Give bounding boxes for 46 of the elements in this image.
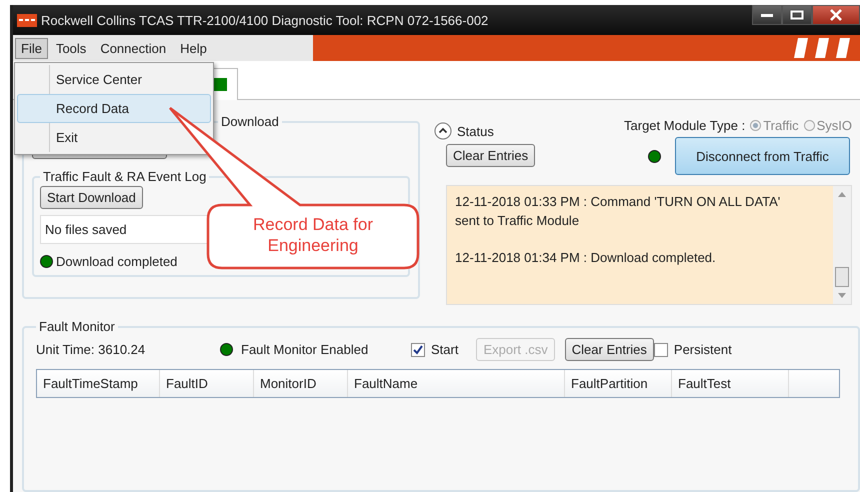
group-title: Traffic Fault & RA Event Log xyxy=(42,169,208,184)
scrollbar-thumb[interactable] xyxy=(835,267,849,287)
target-module-label: Target Module Type : xyxy=(624,118,746,133)
log-entry: 12-11-2018 01:34 PM : Download completed. xyxy=(455,249,717,267)
group-title: Download xyxy=(220,114,280,129)
clear-entries-button[interactable]: Clear Entries xyxy=(446,144,536,167)
status-dot-icon xyxy=(40,255,53,268)
minimize-button[interactable] xyxy=(752,5,782,25)
menu-item[interactable]: File xyxy=(15,38,48,58)
column-header[interactable]: FaultID xyxy=(160,370,254,397)
menu-item[interactable]: Help xyxy=(174,38,213,58)
start-download-button[interactable]: Start Download xyxy=(40,186,143,209)
close-button[interactable] xyxy=(812,5,860,25)
close-icon xyxy=(829,9,843,21)
unit-time: Unit Time: 3610.24 xyxy=(36,342,146,357)
column-header[interactable]: FaultPartition xyxy=(565,370,672,397)
collapse-icon[interactable] xyxy=(434,122,452,140)
column-header[interactable]: FaultName xyxy=(348,370,565,397)
status-title: Status xyxy=(457,124,494,138)
group-title: Fault Monitor xyxy=(38,319,116,334)
menu-item[interactable]: Tools xyxy=(50,38,92,58)
maximize-icon xyxy=(790,10,804,20)
check-icon xyxy=(413,344,423,354)
status-dot-icon xyxy=(220,343,233,356)
callout-text: Record Data for Engineering xyxy=(252,214,374,256)
clear-entries-button[interactable]: Clear Entries xyxy=(564,338,654,361)
column-header[interactable]: FaultTimeStamp xyxy=(37,370,160,397)
log-entry: 12-11-2018 01:33 PM : Command 'TURN ON ALL DATA' sent to Traffic Module xyxy=(455,193,782,230)
minimize-icon xyxy=(760,12,774,18)
menu-item[interactable]: Service Center xyxy=(17,65,211,94)
app-logo-icon xyxy=(17,14,37,26)
maximize-button[interactable] xyxy=(782,5,812,25)
status-dot-icon xyxy=(648,150,661,162)
persistent-checkbox[interactable]: Persistent xyxy=(654,342,732,357)
scrollbar[interactable] xyxy=(833,186,851,304)
status-square-icon xyxy=(214,78,227,91)
menu-item[interactable]: Connection xyxy=(94,38,172,58)
disconnect-button[interactable]: Disconnect from Traffic xyxy=(675,137,850,175)
start-checkbox[interactable]: Start xyxy=(411,342,458,357)
column-header[interactable]: MonitorID xyxy=(254,370,348,397)
column-header[interactable]: FaultTest xyxy=(672,370,789,397)
files-field: No files saved xyxy=(40,215,210,244)
download-status: Download completed xyxy=(56,254,178,269)
monitor-status: Fault Monitor Enabled xyxy=(241,342,370,357)
window-title: Rockwell Collins TCAS TTR-2100/4100 Diagnostic Tool: RCPN 072-1566-002 xyxy=(41,12,488,28)
menu-item[interactable]: Record Data xyxy=(17,94,211,123)
